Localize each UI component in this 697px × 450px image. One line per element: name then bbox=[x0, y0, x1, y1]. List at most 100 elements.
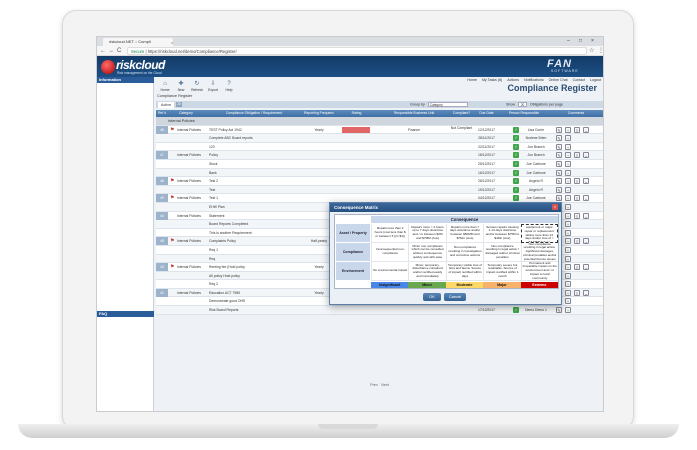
add-icon[interactable]: + bbox=[565, 126, 571, 133]
add-icon[interactable]: + bbox=[565, 298, 571, 305]
comment-icon[interactable]: ≡ bbox=[574, 126, 580, 133]
tab-close-icon[interactable]: × bbox=[171, 39, 173, 46]
toplink-actions[interactable]: Actions bbox=[507, 78, 519, 82]
col-rating[interactable]: Rating bbox=[334, 110, 379, 117]
severity-moderate[interactable]: Moderate bbox=[445, 282, 484, 288]
add-icon[interactable]: + bbox=[565, 178, 571, 185]
ref-number[interactable]: 45 bbox=[156, 237, 168, 246]
matrix-cell[interactable]: Non-compliance resulting in investigatio… bbox=[445, 243, 484, 262]
browser-menu-icon[interactable]: ⋮ bbox=[598, 46, 603, 56]
col-due-date[interactable]: Due Date bbox=[474, 110, 499, 117]
details-icon[interactable]: ⌄ bbox=[583, 238, 589, 245]
add-icon[interactable]: + bbox=[565, 229, 571, 236]
obligation-cell[interactable]: Renting fee (Hold policy bbox=[208, 263, 303, 271]
obligation-cell[interactable]: Req bbox=[208, 255, 303, 263]
matrix-cell[interactable]: Serious repairs causing 1-14 days downti… bbox=[483, 224, 521, 243]
obligation-cell[interactable]: Test 1 bbox=[208, 194, 303, 202]
table-row[interactable]: Bank 16/12/2017 ✓ Joe Carbone ✎ + bbox=[156, 168, 603, 178]
severity-insignificant[interactable]: Insignificant bbox=[371, 282, 409, 288]
details-icon[interactable]: ⌄ bbox=[583, 195, 589, 202]
ref-number[interactable]: 41 bbox=[156, 288, 168, 297]
add-icon[interactable]: + bbox=[565, 143, 571, 150]
col-person[interactable]: Person Responsible bbox=[499, 110, 549, 117]
edit-icon[interactable]: ✎ bbox=[556, 186, 562, 193]
add-icon[interactable]: + bbox=[565, 160, 571, 167]
url-input[interactable]: Secure | https://riskcloud.net/demo/Comp… bbox=[127, 47, 587, 55]
edit-icon[interactable]: ✎ bbox=[556, 160, 562, 167]
toplink-logout[interactable]: Logout bbox=[590, 78, 601, 82]
comment-icon[interactable]: ≡ bbox=[574, 212, 580, 219]
ref-number[interactable]: 47 bbox=[156, 151, 168, 160]
browser-tab[interactable]: riskcloud.NET :: Compli × bbox=[103, 38, 173, 46]
toplink-tasks[interactable]: My Tasks (6) bbox=[482, 78, 502, 82]
ref-number[interactable]: 43 bbox=[156, 263, 168, 272]
col-unit[interactable]: Responsible Business Unit bbox=[379, 110, 449, 117]
edit-icon[interactable]: ✎ bbox=[556, 143, 562, 150]
add-icon[interactable]: + bbox=[565, 281, 571, 288]
dialog-close-icon[interactable]: × bbox=[552, 204, 558, 210]
details-icon[interactable]: ⌄ bbox=[583, 264, 589, 271]
comment-icon[interactable]: ≡ bbox=[574, 289, 580, 296]
home-button[interactable]: ⌂ Home bbox=[158, 80, 172, 94]
matrix-cell[interactable]: Repairs more than 7 days downtime and/or… bbox=[445, 224, 484, 243]
ref-number[interactable]: 48 bbox=[156, 177, 168, 186]
obligation-cell[interactable]: Board Reports Completed bbox=[208, 220, 303, 228]
obligation-cell[interactable]: Complete ABC Board reports bbox=[208, 134, 303, 142]
riskcloud-logo[interactable]: riskcloud .NET Risk management on the Cl… bbox=[101, 58, 171, 75]
matrix-cell[interactable]: Temporary visible loss of flora and faun… bbox=[445, 262, 484, 281]
ref-number[interactable]: 49 bbox=[156, 194, 168, 203]
tab-active[interactable]: Active bbox=[158, 102, 174, 108]
obligation-cell[interactable]: All policy Host policy bbox=[208, 272, 303, 280]
breadcrumb[interactable]: Compliance Register bbox=[157, 94, 192, 98]
details-icon[interactable]: ⌄ bbox=[583, 178, 589, 185]
details-icon[interactable]: ⌄ bbox=[583, 289, 589, 296]
edit-icon[interactable]: ✎ bbox=[556, 135, 562, 142]
table-row[interactable]: 123 22/11/2017 ✓ Jon Branch ✎ + bbox=[156, 142, 603, 152]
col-compliant[interactable]: Compliant? bbox=[449, 110, 474, 117]
obligation-cell[interactable]: Demonstrate good OHS bbox=[208, 297, 303, 305]
matrix-cell[interactable]: Temporary severe but repairable. Source … bbox=[483, 262, 521, 281]
col-frequency[interactable]: Reporting Frequency bbox=[304, 110, 334, 117]
edit-icon[interactable]: ✎ bbox=[556, 169, 562, 176]
comment-icon[interactable]: ≡ bbox=[574, 178, 580, 185]
add-icon[interactable]: + bbox=[565, 212, 571, 219]
new-button[interactable]: ✚ New bbox=[174, 80, 188, 94]
sidebar-faq[interactable]: FAQ bbox=[97, 311, 154, 317]
details-icon[interactable]: ⌄ bbox=[583, 212, 589, 219]
table-row[interactable]: 47 Internal Policies Policy 18/12/2017 ✓ Jon … bbox=[156, 151, 603, 160]
add-icon[interactable]: + bbox=[565, 152, 571, 159]
obligation-cell[interactable]: EHW Plan bbox=[208, 203, 303, 211]
obligation-cell[interactable]: Req 1 bbox=[208, 246, 303, 254]
reload-icon[interactable]: C bbox=[117, 46, 121, 56]
sidebar-information[interactable]: Information bbox=[97, 77, 154, 83]
bookmark-star-icon[interactable]: ☆ bbox=[589, 46, 594, 56]
col-comments[interactable]: Comments bbox=[549, 110, 603, 117]
obligation-cell[interactable]: Req 2 bbox=[208, 280, 303, 288]
group-row[interactable]: Internal Policies bbox=[156, 117, 603, 126]
minimize-icon[interactable]: – bbox=[567, 37, 570, 46]
obligation-cell[interactable]: Test 2 bbox=[208, 177, 303, 185]
pager-prev[interactable]: Prev bbox=[370, 383, 378, 387]
col-ref[interactable]: Ref # bbox=[156, 110, 168, 117]
maximize-icon[interactable]: □ bbox=[579, 37, 582, 46]
details-icon[interactable]: ⌄ bbox=[583, 126, 589, 133]
matrix-cell[interactable]: Inconsequential non-compliance bbox=[371, 243, 409, 262]
toplink-notifications[interactable]: Notifications bbox=[524, 78, 544, 82]
refresh-button[interactable]: ↻ Refresh bbox=[190, 80, 204, 94]
obligation-cell[interactable]: Education ACT 7985 bbox=[208, 289, 303, 297]
window-close-icon[interactable]: × bbox=[591, 37, 594, 46]
obligation-cell[interactable]: This is another Requirement bbox=[208, 229, 303, 237]
table-row[interactable]: 46 ⚑ Internal Policies TEST Policy Act 1942… bbox=[156, 125, 603, 135]
table-row[interactable]: Complete ABC Board reports 28/11/2017 ✓ Nor… bbox=[156, 134, 603, 143]
add-icon[interactable]: + bbox=[565, 255, 571, 262]
comment-icon[interactable]: ≡ bbox=[574, 238, 580, 245]
table-row[interactable]: Stock 25/12/2017 ✓ Joe Carbone ✎ + bbox=[156, 159, 603, 169]
comment-icon[interactable]: ≡ bbox=[574, 195, 580, 202]
matrix-cell[interactable]: No environmental impact bbox=[371, 262, 409, 281]
edit-icon[interactable]: ✎ bbox=[556, 307, 562, 314]
matrix-cell[interactable]: Minor non compliance which can be remedi… bbox=[408, 243, 446, 262]
add-icon[interactable]: + bbox=[565, 135, 571, 142]
toplink-home[interactable]: Home bbox=[467, 78, 477, 82]
cancel-button[interactable]: Cancel bbox=[444, 293, 466, 301]
matrix-cell[interactable]: Permanent and irreparable impact on the … bbox=[520, 262, 558, 281]
